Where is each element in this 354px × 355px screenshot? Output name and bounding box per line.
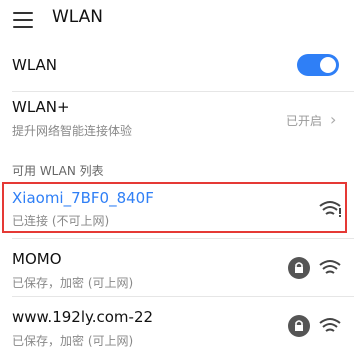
- wifi-warning-icon: [319, 201, 341, 217]
- network-status: 已保存，加密 (可上网): [12, 276, 134, 290]
- wlan-toggle-switch[interactable]: [297, 54, 339, 76]
- wlan-plus-subtitle: 提升网络智能连接体验: [12, 124, 133, 138]
- lock-icon: [288, 257, 310, 279]
- network-item[interactable]: www.192ly.com-22 已保存，加密 (可上网): [0, 297, 354, 355]
- chevron-right-icon: ›: [330, 110, 337, 129]
- wlan-plus-label: WLAN+: [12, 98, 70, 116]
- network-item[interactable]: MOMO 已保存，加密 (可上网): [0, 239, 354, 295]
- menu-icon[interactable]: [13, 12, 33, 28]
- network-status: 已连接 (不可上网): [12, 214, 110, 228]
- page-title: WLAN: [52, 7, 104, 27]
- wlan-toggle-label: WLAN: [12, 56, 58, 74]
- network-name: www.192ly.com-22: [12, 308, 154, 326]
- wifi-icon: [319, 260, 341, 274]
- section-title: 可用 WLAN 列表: [12, 164, 104, 178]
- lock-icon: [288, 315, 310, 337]
- network-status: 已保存，加密 (可上网): [12, 334, 134, 348]
- wlan-plus-row[interactable]: WLAN+ 提升网络智能连接体验 已开启 ›: [0, 92, 354, 148]
- wlan-plus-status: 已开启: [286, 114, 323, 128]
- network-name: Xiaomi_7BF0_840F: [12, 189, 154, 207]
- toggle-knob: [320, 57, 336, 73]
- network-name: MOMO: [12, 250, 62, 268]
- header-bar: WLAN: [0, 0, 354, 40]
- wifi-icon: [319, 318, 341, 332]
